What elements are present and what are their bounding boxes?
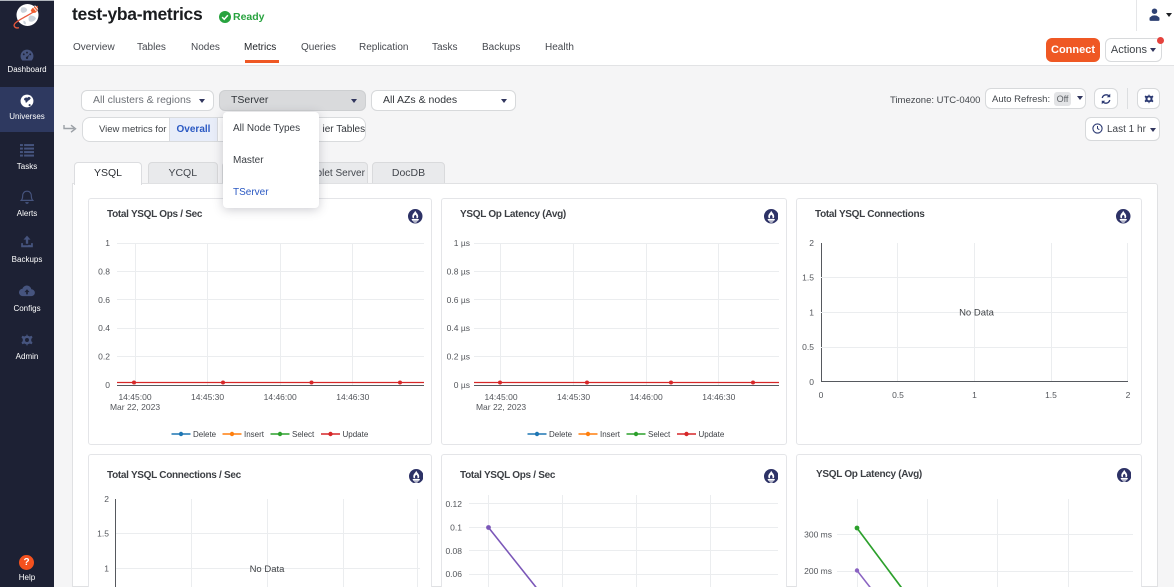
svg-text:0.8: 0.8	[98, 266, 110, 276]
svg-text:Select: Select	[648, 430, 671, 439]
svg-text:0: 0	[105, 380, 110, 390]
svg-text:0.06: 0.06	[445, 569, 462, 579]
svg-text:0.2: 0.2	[98, 352, 110, 362]
svg-text:1 µs: 1 µs	[454, 238, 470, 248]
svg-text:2: 2	[1126, 390, 1131, 400]
svg-text:Delete: Delete	[193, 430, 217, 439]
svg-text:14:46:30: 14:46:30	[336, 392, 369, 402]
svg-text:0.4: 0.4	[98, 323, 110, 333]
svg-text:14:45:30: 14:45:30	[557, 392, 590, 402]
svg-text:0.1: 0.1	[450, 523, 462, 533]
svg-text:14:46:00: 14:46:00	[264, 392, 297, 402]
svg-text:Insert: Insert	[600, 430, 621, 439]
svg-text:1.5: 1.5	[802, 273, 814, 283]
svg-text:14:45:00: 14:45:00	[484, 392, 517, 402]
svg-text:No Data: No Data	[959, 308, 995, 319]
svg-text:14:46:30: 14:46:30	[702, 392, 735, 402]
svg-text:1: 1	[104, 563, 109, 573]
svg-text:Select: Select	[292, 430, 315, 439]
svg-text:Delete: Delete	[549, 430, 573, 439]
svg-text:0 µs: 0 µs	[454, 380, 470, 390]
svg-text:0.12: 0.12	[445, 499, 462, 509]
svg-text:14:45:30: 14:45:30	[191, 392, 224, 402]
svg-text:0.4 µs: 0.4 µs	[447, 323, 470, 333]
svg-text:300 ms: 300 ms	[804, 530, 832, 540]
svg-text:200 ms: 200 ms	[804, 566, 832, 576]
svg-text:0.2 µs: 0.2 µs	[447, 352, 470, 362]
svg-text:0.8 µs: 0.8 µs	[447, 266, 470, 276]
svg-text:Update: Update	[699, 430, 725, 439]
svg-text:Update: Update	[343, 430, 369, 439]
svg-text:0: 0	[819, 390, 824, 400]
svg-text:14:46:00: 14:46:00	[630, 392, 663, 402]
svg-text:Mar 22, 2023: Mar 22, 2023	[110, 402, 160, 412]
svg-text:2: 2	[809, 238, 814, 248]
svg-text:0: 0	[809, 377, 814, 387]
svg-text:0.6 µs: 0.6 µs	[447, 295, 470, 305]
svg-text:2: 2	[104, 494, 109, 504]
svg-text:14:45:00: 14:45:00	[118, 392, 151, 402]
svg-text:1.5: 1.5	[1045, 390, 1057, 400]
svg-text:0.5: 0.5	[802, 342, 814, 352]
svg-text:1.5: 1.5	[97, 529, 109, 539]
svg-text:0.6: 0.6	[98, 295, 110, 305]
svg-text:Mar 22, 2023: Mar 22, 2023	[476, 402, 526, 412]
svg-text:Insert: Insert	[244, 430, 265, 439]
svg-text:1: 1	[972, 390, 977, 400]
svg-text:1: 1	[809, 307, 814, 317]
svg-text:0.5: 0.5	[892, 390, 904, 400]
svg-text:1: 1	[105, 238, 110, 248]
svg-text:No Data: No Data	[250, 564, 286, 575]
svg-text:0.08: 0.08	[445, 546, 462, 556]
